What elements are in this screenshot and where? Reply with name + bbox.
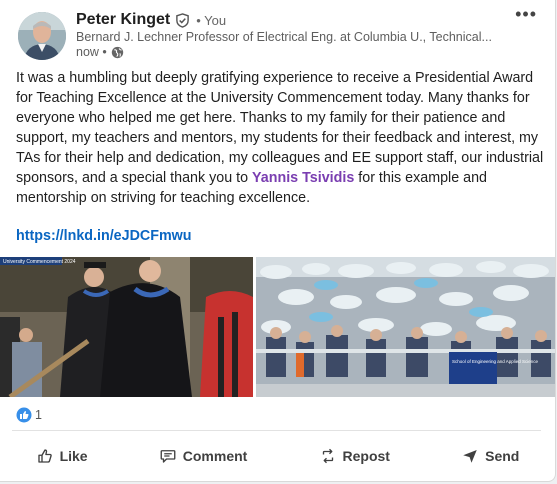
photo-stage[interactable]: University Commencement 2024: [0, 257, 253, 397]
author-row: Peter Kinget • You: [76, 11, 226, 29]
mention-link[interactable]: Yannis Tsividis: [252, 170, 354, 186]
send-label: Send: [485, 448, 520, 464]
photo1-caption: University Commencement 2024: [3, 259, 76, 265]
reaction-count: 1: [35, 408, 42, 422]
send-icon: [463, 450, 477, 463]
like-button[interactable]: Like: [26, 437, 98, 475]
author-name[interactable]: Peter Kinget: [76, 11, 170, 29]
reactions-summary[interactable]: 1: [16, 407, 42, 423]
action-bar: Like Comment Repost Send: [0, 437, 555, 475]
post-link[interactable]: https://lnkd.in/eJDCFmwu: [16, 228, 192, 244]
comment-label: Comment: [182, 448, 248, 464]
globe-icon: [111, 46, 124, 59]
post-text: It was a humbling but deeply gratifying …: [16, 68, 546, 208]
comment-button[interactable]: Comment: [149, 437, 258, 475]
photo2-sign: School of Engineering and Applied Scienc…: [452, 359, 539, 364]
avatar[interactable]: [18, 12, 66, 60]
repost-label: Repost: [342, 448, 390, 464]
post-meta: now •: [76, 45, 124, 59]
repost-icon: [322, 448, 333, 464]
comment-icon: [160, 450, 176, 463]
divider: [12, 430, 541, 431]
post-text-main: It was a humbling but deeply gratifying …: [16, 70, 544, 186]
post-time: now •: [76, 45, 107, 59]
like-icon: [37, 449, 52, 463]
photo-crowd[interactable]: School of Engineering and Applied Scienc…: [256, 257, 555, 397]
you-label: • You: [196, 12, 227, 28]
like-reaction-icon: [16, 407, 32, 423]
verified-icon: [175, 12, 190, 28]
like-label: Like: [59, 448, 88, 464]
post-card: Peter Kinget • You Bernard J. Lechner Pr…: [0, 0, 556, 482]
more-icon[interactable]: •••: [515, 4, 537, 25]
repost-button[interactable]: Repost: [309, 437, 400, 475]
send-button[interactable]: Send: [451, 437, 529, 475]
author-headline: Bernard J. Lechner Professor of Electric…: [76, 30, 492, 44]
